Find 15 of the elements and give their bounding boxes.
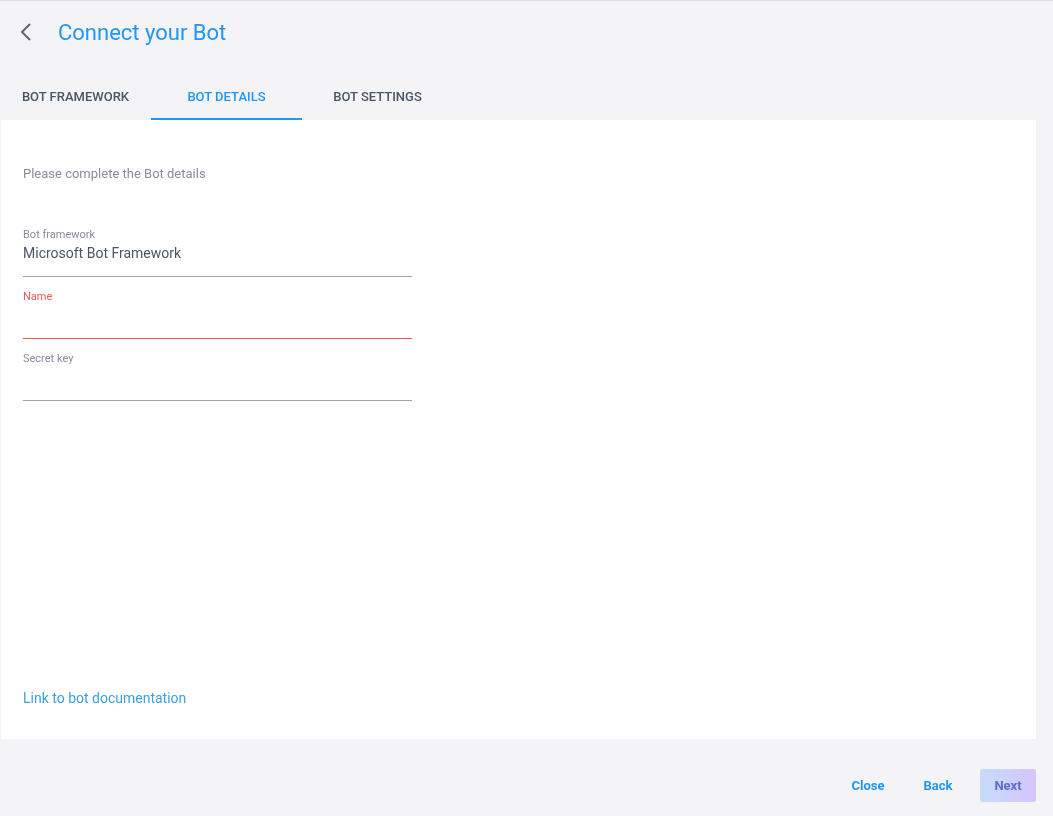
tab[interactable]: BOT FRAMEWORK (0, 76, 151, 120)
page-title: Connect your Bot (58, 18, 227, 47)
field-label: Name (23, 288, 54, 305)
back-arrow-icon[interactable] (19, 22, 33, 42)
intro-text: Please complete the Bot details (23, 165, 207, 183)
field-value: Microsoft Bot Framework (23, 244, 182, 263)
text-field[interactable]: Bot framework Microsoft Bot Framework (23, 226, 412, 277)
tab[interactable]: BOT SETTINGS (302, 76, 453, 120)
footer-button[interactable]: Close (840, 769, 896, 802)
text-field[interactable]: Name (23, 288, 412, 339)
footer-button[interactable]: Back (910, 769, 966, 802)
field-label: Bot framework (23, 226, 97, 243)
text-field[interactable]: Secret key (23, 350, 412, 401)
field-label: Secret key (23, 350, 75, 367)
documentation-link[interactable]: Link to bot documentation (23, 688, 187, 709)
